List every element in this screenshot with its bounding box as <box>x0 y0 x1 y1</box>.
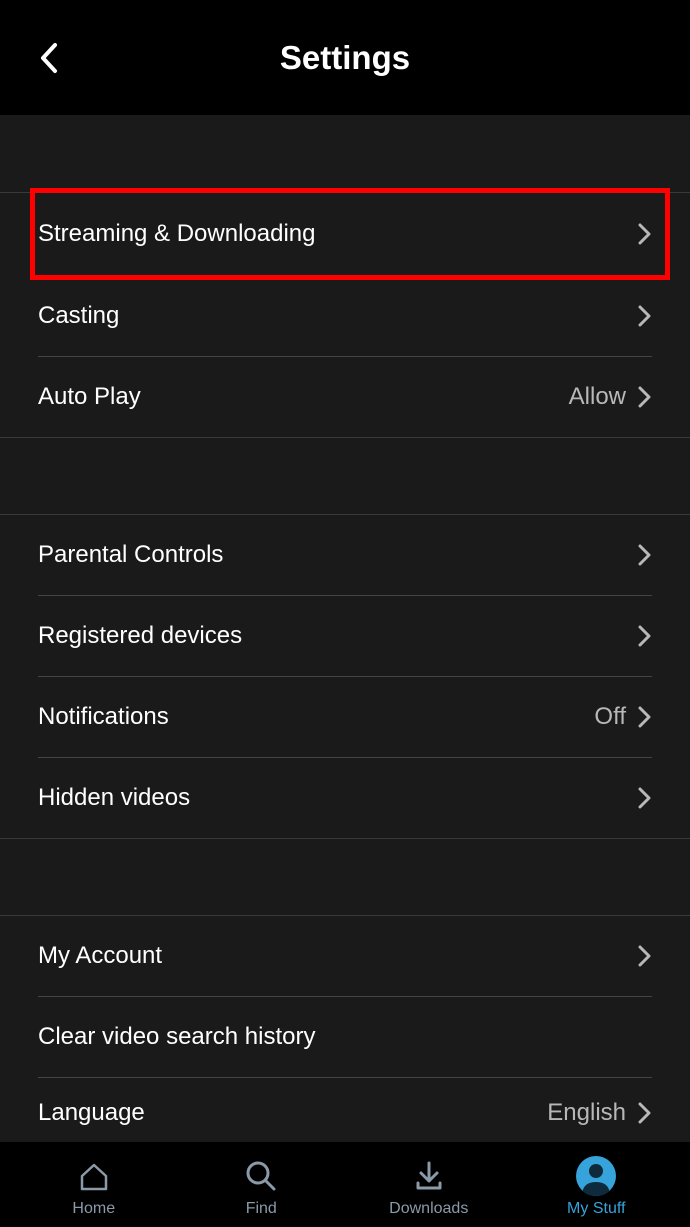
row-label: Hidden videos <box>38 784 638 812</box>
settings-content: Streaming & Downloading Casting Auto Pla… <box>0 115 690 1142</box>
header: Settings <box>0 0 690 115</box>
nav-my-stuff[interactable]: My Stuff <box>513 1156 681 1218</box>
chevron-right-icon <box>638 305 652 327</box>
row-casting[interactable]: Casting <box>0 276 690 356</box>
row-parental-controls[interactable]: Parental Controls <box>0 515 690 595</box>
download-icon <box>409 1156 449 1196</box>
row-label: Auto Play <box>38 383 569 411</box>
search-icon <box>241 1156 281 1196</box>
nav-label: Home <box>72 1200 115 1218</box>
row-clear-search-history[interactable]: Clear video search history <box>0 997 690 1077</box>
row-auto-play[interactable]: Auto Play Allow <box>0 357 690 437</box>
home-icon <box>74 1156 114 1196</box>
chevron-right-icon <box>638 787 652 809</box>
avatar-icon <box>576 1156 616 1196</box>
row-language[interactable]: Language English <box>0 1078 690 1142</box>
section-gap <box>0 115 690 193</box>
nav-downloads[interactable]: Downloads <box>345 1156 513 1218</box>
row-value: Off <box>594 703 626 731</box>
row-registered-devices[interactable]: Registered devices <box>0 596 690 676</box>
chevron-right-icon <box>638 223 652 245</box>
chevron-right-icon <box>638 625 652 647</box>
chevron-right-icon <box>638 544 652 566</box>
nav-label: My Stuff <box>567 1200 625 1218</box>
chevron-right-icon <box>638 1102 652 1124</box>
row-label: Registered devices <box>38 622 638 650</box>
section-gap <box>0 437 690 515</box>
chevron-right-icon <box>638 386 652 408</box>
nav-home[interactable]: Home <box>10 1156 178 1218</box>
nav-label: Downloads <box>389 1200 468 1218</box>
row-label: Casting <box>38 302 638 330</box>
row-notifications[interactable]: Notifications Off <box>0 677 690 757</box>
row-label: Parental Controls <box>38 541 638 569</box>
row-my-account[interactable]: My Account <box>0 916 690 996</box>
row-value: Allow <box>569 383 626 411</box>
back-button[interactable] <box>30 40 66 76</box>
nav-label: Find <box>246 1200 277 1218</box>
row-value: English <box>547 1099 626 1127</box>
chevron-right-icon <box>638 945 652 967</box>
row-label: Notifications <box>38 703 594 731</box>
bottom-nav: Home Find Downloads <box>0 1142 690 1227</box>
chevron-right-icon <box>638 706 652 728</box>
row-streaming-downloading[interactable]: Streaming & Downloading <box>0 193 690 275</box>
row-hidden-videos[interactable]: Hidden videos <box>0 758 690 838</box>
row-label: Streaming & Downloading <box>38 220 638 248</box>
row-label: Clear video search history <box>38 1023 652 1051</box>
nav-find[interactable]: Find <box>178 1156 346 1218</box>
chevron-left-icon <box>37 41 59 75</box>
row-label: My Account <box>38 942 638 970</box>
page-title: Settings <box>280 39 410 77</box>
row-label: Language <box>38 1099 547 1127</box>
section-gap <box>0 838 690 916</box>
